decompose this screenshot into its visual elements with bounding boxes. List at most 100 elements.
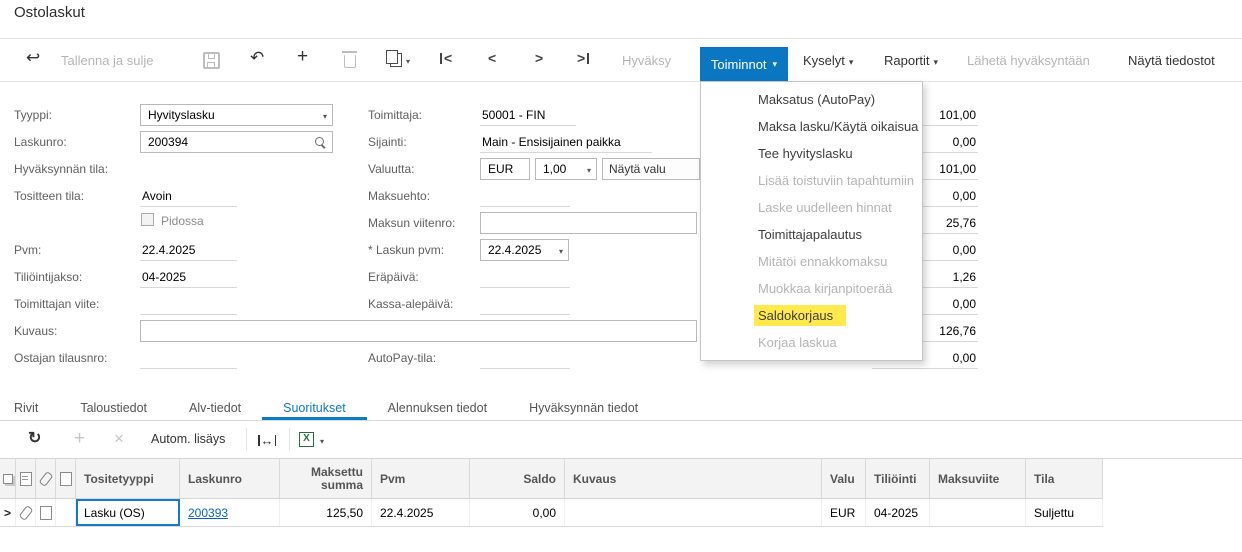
column-header-valuutta[interactable]: Valu <box>822 459 866 498</box>
ostajan-tilausnro-input[interactable] <box>140 347 237 369</box>
cell-laskunro: 200393 <box>180 499 280 526</box>
maksuehto-label: Maksuehto: <box>368 189 431 203</box>
notes-column-header <box>16 459 36 498</box>
autopay-tila-value <box>480 347 570 369</box>
column-header-saldo[interactable]: Saldo <box>470 459 565 498</box>
floppy-icon <box>203 52 220 69</box>
actions-button[interactable]: Toiminnot ▾ <box>700 47 788 81</box>
refresh-icon[interactable]: ↻ <box>28 431 41 447</box>
menu-item-tee-hyvityslasku[interactable]: Tee hyvityslasku <box>701 140 922 167</box>
column-header-maksuviite[interactable]: Maksuviite <box>930 459 1026 498</box>
copy-paste-caret-icon[interactable]: ▾ <box>406 58 410 66</box>
copy-paste-icon[interactable] <box>386 50 402 67</box>
export-caret-icon[interactable]: ▾ <box>320 438 324 446</box>
toimittajan-viite-input[interactable] <box>140 293 237 315</box>
caret-down-icon[interactable]: ▾ <box>559 247 563 256</box>
tab-rivit[interactable]: Rivit <box>14 394 59 420</box>
valuutta-input[interactable]: EUR <box>480 158 530 180</box>
toolbar-divider <box>246 428 247 451</box>
ostajan-tilausnro-label: Ostajan tilausnro: <box>14 351 108 365</box>
last-bar-icon <box>587 52 590 64</box>
tab-alennuksen-tiedot[interactable]: Alennuksen tiedot <box>367 394 508 420</box>
caret-down-icon: ▾ <box>848 57 854 67</box>
menu-item-laske-uudelleen-hinnat: Laske uudelleen hinnat <box>758 200 892 215</box>
export-excel-icon[interactable]: X <box>299 432 314 447</box>
column-header-maksettu-summa[interactable]: Maksettu summa <box>280 459 372 498</box>
auto-add-button[interactable]: Autom. lisäys <box>151 432 225 446</box>
row-notes-cell[interactable] <box>16 499 36 526</box>
kassa-alepaiva-input[interactable] <box>480 293 570 315</box>
cell-tila: Suljettu <box>1026 499 1103 526</box>
first-record-button[interactable]: < <box>440 51 452 65</box>
grid-header: Tositetyyppi Laskunro Maksettu summa Pvm… <box>0 458 1103 499</box>
kurssi-combo[interactable]: 1,00 ▾ <box>535 158 597 180</box>
toimittaja-value: 50001 - FIN <box>480 104 576 126</box>
tab-taloustiedot[interactable]: Taloustiedot <box>59 394 168 420</box>
menu-item-maksa-lasku[interactable]: Maksa lasku/Käytä oikaisua <box>701 113 922 140</box>
column-header-laskunro[interactable]: Laskunro <box>180 459 280 498</box>
maksun-viitenro-input[interactable] <box>480 212 697 234</box>
back-icon[interactable]: ↩ <box>26 49 40 66</box>
document-icon <box>59 471 72 486</box>
search-icon[interactable] <box>315 137 324 146</box>
menu-item-saldokorjaus[interactable]: Saldokorjaus <box>701 302 922 329</box>
add-record-icon[interactable]: + <box>297 47 308 66</box>
column-header-pvm[interactable]: Pvm <box>372 459 470 498</box>
toolbar-divider <box>289 428 290 451</box>
fit-bar-icon <box>274 435 276 446</box>
tab-alv-tiedot[interactable]: Alv-tiedot <box>168 394 262 420</box>
first-bar-icon <box>440 52 442 64</box>
kuvaus-input[interactable] <box>140 320 697 342</box>
hyvaksynnan-tila-label: Hyväksynnän tila: <box>14 162 109 176</box>
tab-suoritukset[interactable]: Suoritukset <box>262 394 367 420</box>
erapaiva-label: Eräpäivä: <box>368 270 419 284</box>
next-record-button[interactable]: > <box>535 51 543 65</box>
menu-item-muokkaa-kirjanpitoeraa: Muokkaa kirjanpitoerää <box>758 281 893 296</box>
show-files-button[interactable]: Näytä tiedostot <box>1128 53 1215 68</box>
cell-tositetyyppi[interactable]: Lasku (OS) <box>76 499 180 526</box>
pvm-value[interactable]: 22.4.2025 <box>140 239 237 261</box>
column-header-tositetyyppi[interactable]: Tositetyyppi <box>76 459 180 498</box>
caret-down-icon[interactable]: ▾ <box>587 166 591 175</box>
column-header-tiliointi[interactable]: Tiliöinti <box>866 459 930 498</box>
laskun-pvm-combo[interactable]: 22.4.2025 ▾ <box>480 239 569 261</box>
laskunro-input[interactable]: 200394 <box>140 131 333 153</box>
maksuehto-input[interactable] <box>480 185 570 207</box>
kassa-alepaiva-label: Kassa-alepäivä: <box>368 297 454 311</box>
tab-hyvaksynnan-tiedot[interactable]: Hyväksynnän tiedot <box>508 394 659 420</box>
document-icon <box>39 505 52 520</box>
erapaiva-input[interactable] <box>480 266 570 288</box>
pidossa-checkbox[interactable] <box>141 213 154 226</box>
laskunro-link[interactable]: 200393 <box>188 506 228 520</box>
row-files-cell[interactable] <box>36 499 56 526</box>
send-to-approval-button: Lähetä hyväksyntään <box>967 53 1090 68</box>
laskun-pvm-label: * Laskun pvm: <box>368 243 445 257</box>
tositteen-tila-label: Tositteen tila: <box>14 189 85 203</box>
inquiries-label: Kyselyt <box>803 53 845 68</box>
column-header-tila[interactable]: Tila <box>1026 459 1103 498</box>
chevron-right-icon: > <box>577 50 586 66</box>
tiliointijakso-value[interactable]: 04-2025 <box>140 266 237 288</box>
row-selector-header <box>0 459 16 498</box>
reports-button[interactable]: Raportit ▾ <box>884 53 938 68</box>
menu-item-maksatus-autopay[interactable]: Maksatus (AutoPay) <box>701 86 922 113</box>
undo-icon[interactable]: ↶ <box>250 49 264 66</box>
clipboard-icon <box>386 50 402 67</box>
valuutta-label: Valuutta: <box>368 162 415 176</box>
caret-down-icon[interactable]: ▾ <box>323 112 327 121</box>
cell-maksettu-summa: 125,50 <box>280 499 372 526</box>
last-record-button[interactable]: > <box>577 50 590 66</box>
laskunro-label: Laskunro: <box>14 135 67 149</box>
menu-item-toimittajapalautus[interactable]: Toimittajapalautus <box>701 221 922 248</box>
tyyppi-combo[interactable]: Hyvityslasku ▾ <box>140 104 333 126</box>
fit-width-icon[interactable]: ↔ <box>258 433 276 448</box>
nayta-valuutassa-button[interactable]: Näytä valu <box>602 158 700 180</box>
table-row[interactable]: > Lasku (OS) 200393 125,50 22.4.2025 0,0… <box>0 499 1103 527</box>
inquiries-button[interactable]: Kyselyt ▾ <box>803 53 853 68</box>
prev-record-button[interactable]: < <box>488 51 496 65</box>
document-column-header <box>56 459 76 498</box>
grid-icon <box>2 473 13 484</box>
column-header-kuvaus[interactable]: Kuvaus <box>565 459 822 498</box>
menu-item-lisaa-toistuviin: Lisää toistuviin tapahtumiin <box>758 173 915 188</box>
cell-maksuviite <box>930 499 1026 526</box>
